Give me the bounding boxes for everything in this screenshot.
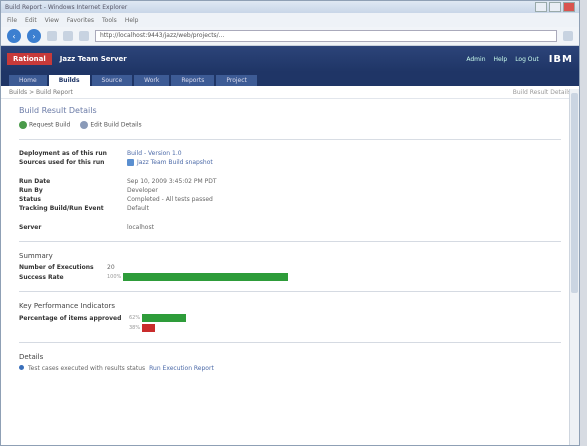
header-link-help[interactable]: Help <box>494 56 508 63</box>
search-icon[interactable] <box>563 31 573 41</box>
tab-reports[interactable]: Reports <box>171 75 215 86</box>
edit-details-label: Edit Build Details <box>90 121 142 129</box>
header-link-logout[interactable]: Log Out <box>515 56 539 63</box>
forward-button[interactable]: › <box>27 29 41 43</box>
close-button[interactable] <box>563 2 575 12</box>
detail-value: Default <box>127 205 149 212</box>
browser-menu-bar: File Edit View Favorites Tools Help <box>1 13 579 27</box>
detail-row: Status Completed - All tests passed <box>19 196 561 203</box>
deployment-row: Deployment as of this run Build - Versio… <box>19 150 561 157</box>
details-item-text: Test cases executed with results status <box>28 365 146 372</box>
divider <box>19 139 561 140</box>
snapshot-icon <box>127 159 134 166</box>
menu-file[interactable]: File <box>7 17 17 24</box>
address-bar[interactable]: http://localhost:9443/jazz/web/projects/… <box>95 30 557 42</box>
tab-builds[interactable]: Builds <box>48 75 90 86</box>
detail-value: Completed - All tests passed <box>127 196 213 203</box>
browser-toolbar: ‹ › http://localhost:9443/jazz/web/proje… <box>1 27 579 46</box>
app-header: Rational Jazz Team Server Admin Help Log… <box>1 46 579 72</box>
detail-key: Run Date <box>19 178 51 185</box>
page-title: Build Result Details <box>19 106 97 115</box>
server-value: localhost <box>127 224 154 231</box>
detail-value: Developer <box>127 187 158 194</box>
approved-row: Percentage of items approved 62% <box>19 314 561 322</box>
kpi-heading: Key Performance Indicators <box>19 302 116 310</box>
bullet-icon <box>19 365 24 370</box>
app-title: Jazz Team Server <box>59 55 127 63</box>
executions-label: Number of Executions <box>19 264 94 271</box>
header-link-admin[interactable]: Admin <box>466 56 485 63</box>
edit-icon <box>80 121 89 129</box>
vertical-scrollbar[interactable] <box>569 89 579 445</box>
sources-value[interactable]: Jazz Team Build snapshot <box>127 159 213 166</box>
server-row: Server localhost <box>19 224 561 231</box>
refresh-icon[interactable] <box>63 31 73 41</box>
approved-bar <box>142 314 186 322</box>
scrollbar-thumb[interactable] <box>571 93 578 293</box>
detail-key: Tracking Build/Run Event <box>19 205 104 212</box>
success-pct: 100% <box>107 274 122 280</box>
stop-icon[interactable] <box>47 31 57 41</box>
execution-report-link[interactable]: Run Execution Report <box>149 365 214 372</box>
tab-source[interactable]: Source <box>91 75 133 86</box>
breadcrumb-right: Build Result Details <box>512 88 571 96</box>
main-content: Build Result Details Request Build Edit … <box>1 99 579 378</box>
main-tabs: Home Builds Source Work Reports Project <box>1 72 579 86</box>
details-heading: Details <box>19 353 44 361</box>
request-build-action[interactable]: Request Build <box>19 121 70 129</box>
sources-label: Sources used for this run <box>19 159 105 166</box>
request-build-label: Request Build <box>29 121 71 129</box>
sources-value-text: Jazz Team Build snapshot <box>137 159 213 166</box>
ibm-logo: IBM <box>548 53 573 65</box>
maximize-button[interactable] <box>549 2 561 12</box>
detail-row: Run Date Sep 10, 2009 3:45:02 PM PDT <box>19 178 561 185</box>
tab-project[interactable]: Project <box>216 75 257 86</box>
success-rate-bar <box>123 273 289 281</box>
details-section: Details Test cases executed with results… <box>19 342 561 372</box>
kpi-section: Key Performance Indicators Percentage of… <box>19 291 561 332</box>
tab-work[interactable]: Work <box>134 75 170 86</box>
success-row: Success Rate 100% <box>19 273 561 281</box>
menu-view[interactable]: View <box>45 17 59 24</box>
detail-key: Run By <box>19 187 43 194</box>
success-label: Success Rate <box>19 273 64 281</box>
rejected-pct: 38% <box>129 325 141 331</box>
menu-edit[interactable]: Edit <box>25 17 37 24</box>
executions-value: 20 <box>107 264 115 271</box>
detail-row: Tracking Build/Run Event Default <box>19 205 561 212</box>
rejected-bar <box>142 324 156 332</box>
approved-pct: 62% <box>129 315 141 321</box>
summary-heading: Summary <box>19 252 53 260</box>
sources-row: Sources used for this run Jazz Team Buil… <box>19 159 561 166</box>
details-item: Test cases executed with results status … <box>19 365 561 372</box>
home-icon[interactable] <box>79 31 89 41</box>
summary-section: Summary Number of Executions 20 Success … <box>19 241 561 281</box>
run-icon <box>19 121 27 129</box>
edit-details-action[interactable]: Edit Build Details <box>80 121 142 129</box>
detail-key: Status <box>19 196 41 203</box>
product-badge: Rational <box>7 53 52 65</box>
menu-tools[interactable]: Tools <box>102 17 117 24</box>
window-title: Build Report - Windows Internet Explorer <box>5 3 128 11</box>
deployment-label: Deployment as of this run <box>19 150 107 157</box>
executions-row: Number of Executions 20 <box>19 264 561 271</box>
menu-help[interactable]: Help <box>125 17 139 24</box>
rejected-row: 38% <box>19 324 561 332</box>
title-bar: Build Report - Windows Internet Explorer <box>1 1 579 13</box>
window-controls <box>535 2 575 12</box>
browser-window: Build Report - Windows Internet Explorer… <box>0 0 580 446</box>
breadcrumb-path[interactable]: Builds > Build Report <box>9 89 73 96</box>
breadcrumb: Builds > Build Report Build Result Detai… <box>1 86 579 99</box>
action-bar: Request Build Edit Build Details <box>19 121 561 129</box>
detail-value: Sep 10, 2009 3:45:02 PM PDT <box>127 178 217 185</box>
detail-row: Run By Developer <box>19 187 561 194</box>
header-links: Admin Help Log Out <box>466 56 538 63</box>
minimize-button[interactable] <box>535 2 547 12</box>
deployment-value[interactable]: Build - Version 1.0 <box>127 150 182 157</box>
server-label: Server <box>19 224 42 231</box>
tab-home[interactable]: Home <box>9 75 47 86</box>
back-button[interactable]: ‹ <box>7 29 21 43</box>
approved-label: Percentage of items approved <box>19 314 122 322</box>
menu-favorites[interactable]: Favorites <box>67 17 94 24</box>
